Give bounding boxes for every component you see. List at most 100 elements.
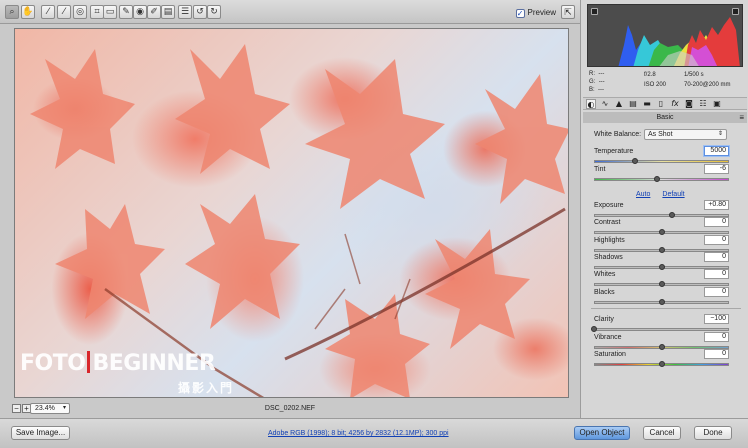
vibrance-field[interactable]: 0 (704, 332, 729, 342)
white-balance-label: White Balance: (594, 131, 642, 138)
exposure-thumb[interactable] (669, 212, 676, 218)
watermark-text-left: FOTO (20, 351, 86, 376)
spot-removal-icon[interactable]: ✎ (119, 5, 133, 19)
shadows-field[interactable]: 0 (704, 252, 729, 262)
shadows-thumb[interactable] (658, 264, 665, 270)
temperature-field[interactable]: 5000 (704, 146, 729, 156)
effects-tab-icon[interactable]: fx (670, 99, 680, 109)
straighten-icon[interactable]: ▭ (103, 5, 117, 19)
whites-label: Whites (594, 271, 616, 278)
preview-toggle[interactable]: ✓ Preview (515, 8, 556, 18)
fullscreen-icon[interactable]: ⇱ (561, 5, 575, 19)
tone-curve-tab-icon[interactable]: ∿ (600, 99, 610, 109)
zoom-out-button[interactable]: − (12, 404, 21, 413)
exposure-field[interactable]: +0.80 (704, 200, 729, 210)
clarity-thumb[interactable] (591, 326, 597, 332)
saturation-thumb[interactable] (658, 361, 665, 367)
whites-field[interactable]: 0 (704, 269, 729, 279)
preview-label: Preview (527, 8, 556, 17)
white-balance-select[interactable]: As Shot ⇕ (644, 129, 727, 140)
exposure-label: Exposure (594, 202, 624, 209)
tint-field[interactable]: -6 (704, 164, 729, 174)
contrast-thumb[interactable] (658, 229, 665, 235)
highlights-label: Highlights (594, 237, 625, 244)
watermark-text-right: BEGINNER (92, 351, 216, 376)
histogram (587, 4, 743, 67)
zoom-bar: − + 23.4% ▾ DSC_0202.NEF (0, 402, 580, 416)
basic-tab-icon[interactable]: ◐ (586, 99, 596, 109)
default-link[interactable]: Default (662, 191, 684, 198)
watermark-bar (87, 351, 91, 373)
crop-icon[interactable]: ⌗ (90, 5, 104, 19)
hsl-tab-icon[interactable]: ▤ (628, 99, 638, 109)
histogram-graph (618, 17, 740, 66)
red-eye-icon[interactable]: ◉ (133, 5, 147, 19)
zoom-icon[interactable]: ⌕ (5, 5, 19, 19)
preview-checkbox[interactable]: ✓ (515, 9, 525, 18)
adjustment-brush-icon[interactable]: ✐ (147, 5, 161, 19)
auto-default-links: Auto Default (636, 191, 697, 198)
rotate-left-icon[interactable]: ↺ (193, 5, 207, 19)
blacks-field[interactable]: 0 (704, 287, 729, 297)
tint-thumb[interactable] (654, 176, 661, 182)
watermark-subtitle: 攝影入門 (178, 381, 235, 395)
vibrance-label: Vibrance (594, 334, 622, 341)
maple-leaves-photo (30, 44, 568, 397)
white-balance-icon[interactable]: ⁄ (41, 5, 55, 19)
watermark-logo: FOTO BEGINNER (20, 351, 216, 376)
lens-corrections-tab-icon[interactable]: ▯ (656, 99, 666, 109)
clarity-field[interactable]: −100 (704, 314, 729, 324)
exposure-info-right: 1/500 s 70-200@200 mm (684, 70, 730, 90)
exposure-info-left: f/2.8 ISO 200 (644, 70, 666, 90)
shutter-speed: 1/500 s (684, 72, 704, 78)
file-name: DSC_0202.NEF (264, 405, 316, 412)
camera-info: R: --- G: --- B: --- f/2.8 ISO 200 1/500 … (589, 70, 745, 94)
targeted-adjustment-icon[interactable]: ◎ (73, 5, 87, 19)
clarity-label: Clarity (594, 316, 614, 323)
camera-calibration-tab-icon[interactable]: ◙ (684, 99, 694, 109)
image-preview[interactable]: FOTO BEGINNER 攝影入門 (14, 28, 569, 398)
blacks-label: Blacks (594, 289, 615, 296)
split-toning-tab-icon[interactable]: ▬ (642, 99, 652, 109)
clarity-track[interactable] (594, 328, 729, 331)
iso: ISO 200 (644, 82, 667, 88)
vibrance-thumb[interactable] (658, 344, 665, 350)
shadows-label: Shadows (594, 254, 623, 261)
detail-tab-icon[interactable]: ▲ (614, 99, 624, 109)
saturation-field[interactable]: 0 (704, 349, 729, 359)
highlight-clipping-icon[interactable] (732, 8, 739, 15)
temperature-track[interactable] (594, 160, 729, 163)
rotate-right-icon[interactable]: ↻ (207, 5, 221, 19)
highlights-field[interactable]: 0 (704, 235, 729, 245)
hand-icon[interactable]: ✋ (21, 5, 35, 19)
snapshots-tab-icon[interactable]: ▣ (712, 99, 722, 109)
chevron-updown-icon: ⇕ (717, 131, 723, 137)
bottom-bar: Save Image... Adobe RGB (1998); 8 bit; 4… (0, 418, 748, 448)
tint-label: Tint (594, 166, 606, 173)
whites-thumb[interactable] (658, 281, 665, 287)
temperature-thumb[interactable] (631, 158, 638, 164)
open-object-button[interactable]: Open Object (574, 426, 630, 440)
workflow-options-link[interactable]: Adobe RGB (1998); 8 bit; 4256 by 2832 (1… (268, 430, 449, 437)
auto-link[interactable]: Auto (636, 191, 650, 198)
zoom-level-value: 23.4% (35, 405, 55, 412)
panel-menu-icon[interactable]: ≡ (739, 112, 744, 123)
blacks-thumb[interactable] (658, 299, 665, 305)
contrast-label: Contrast (594, 219, 621, 226)
highlights-thumb[interactable] (658, 247, 665, 253)
b-readout: B: --- (589, 87, 605, 93)
temperature-label: Temperature (594, 148, 634, 155)
contrast-field[interactable]: 0 (704, 217, 729, 227)
zoom-level-select[interactable]: 23.4% ▾ (30, 403, 70, 414)
cancel-button[interactable]: Cancel (643, 426, 681, 440)
chevron-down-icon: ▾ (62, 405, 66, 411)
graduated-filter-icon[interactable]: ▤ (161, 5, 175, 19)
tint-track[interactable] (594, 178, 729, 181)
shadow-clipping-icon[interactable] (591, 8, 598, 15)
basic-section-header: Basic ≡ (583, 112, 747, 123)
done-button[interactable]: Done (694, 426, 732, 440)
save-image-button[interactable]: Save Image... (11, 426, 70, 440)
preferences-icon[interactable]: ☰ (178, 5, 192, 19)
color-sampler-icon[interactable]: ⁄ (57, 5, 71, 19)
presets-tab-icon[interactable]: ☷ (698, 99, 708, 109)
